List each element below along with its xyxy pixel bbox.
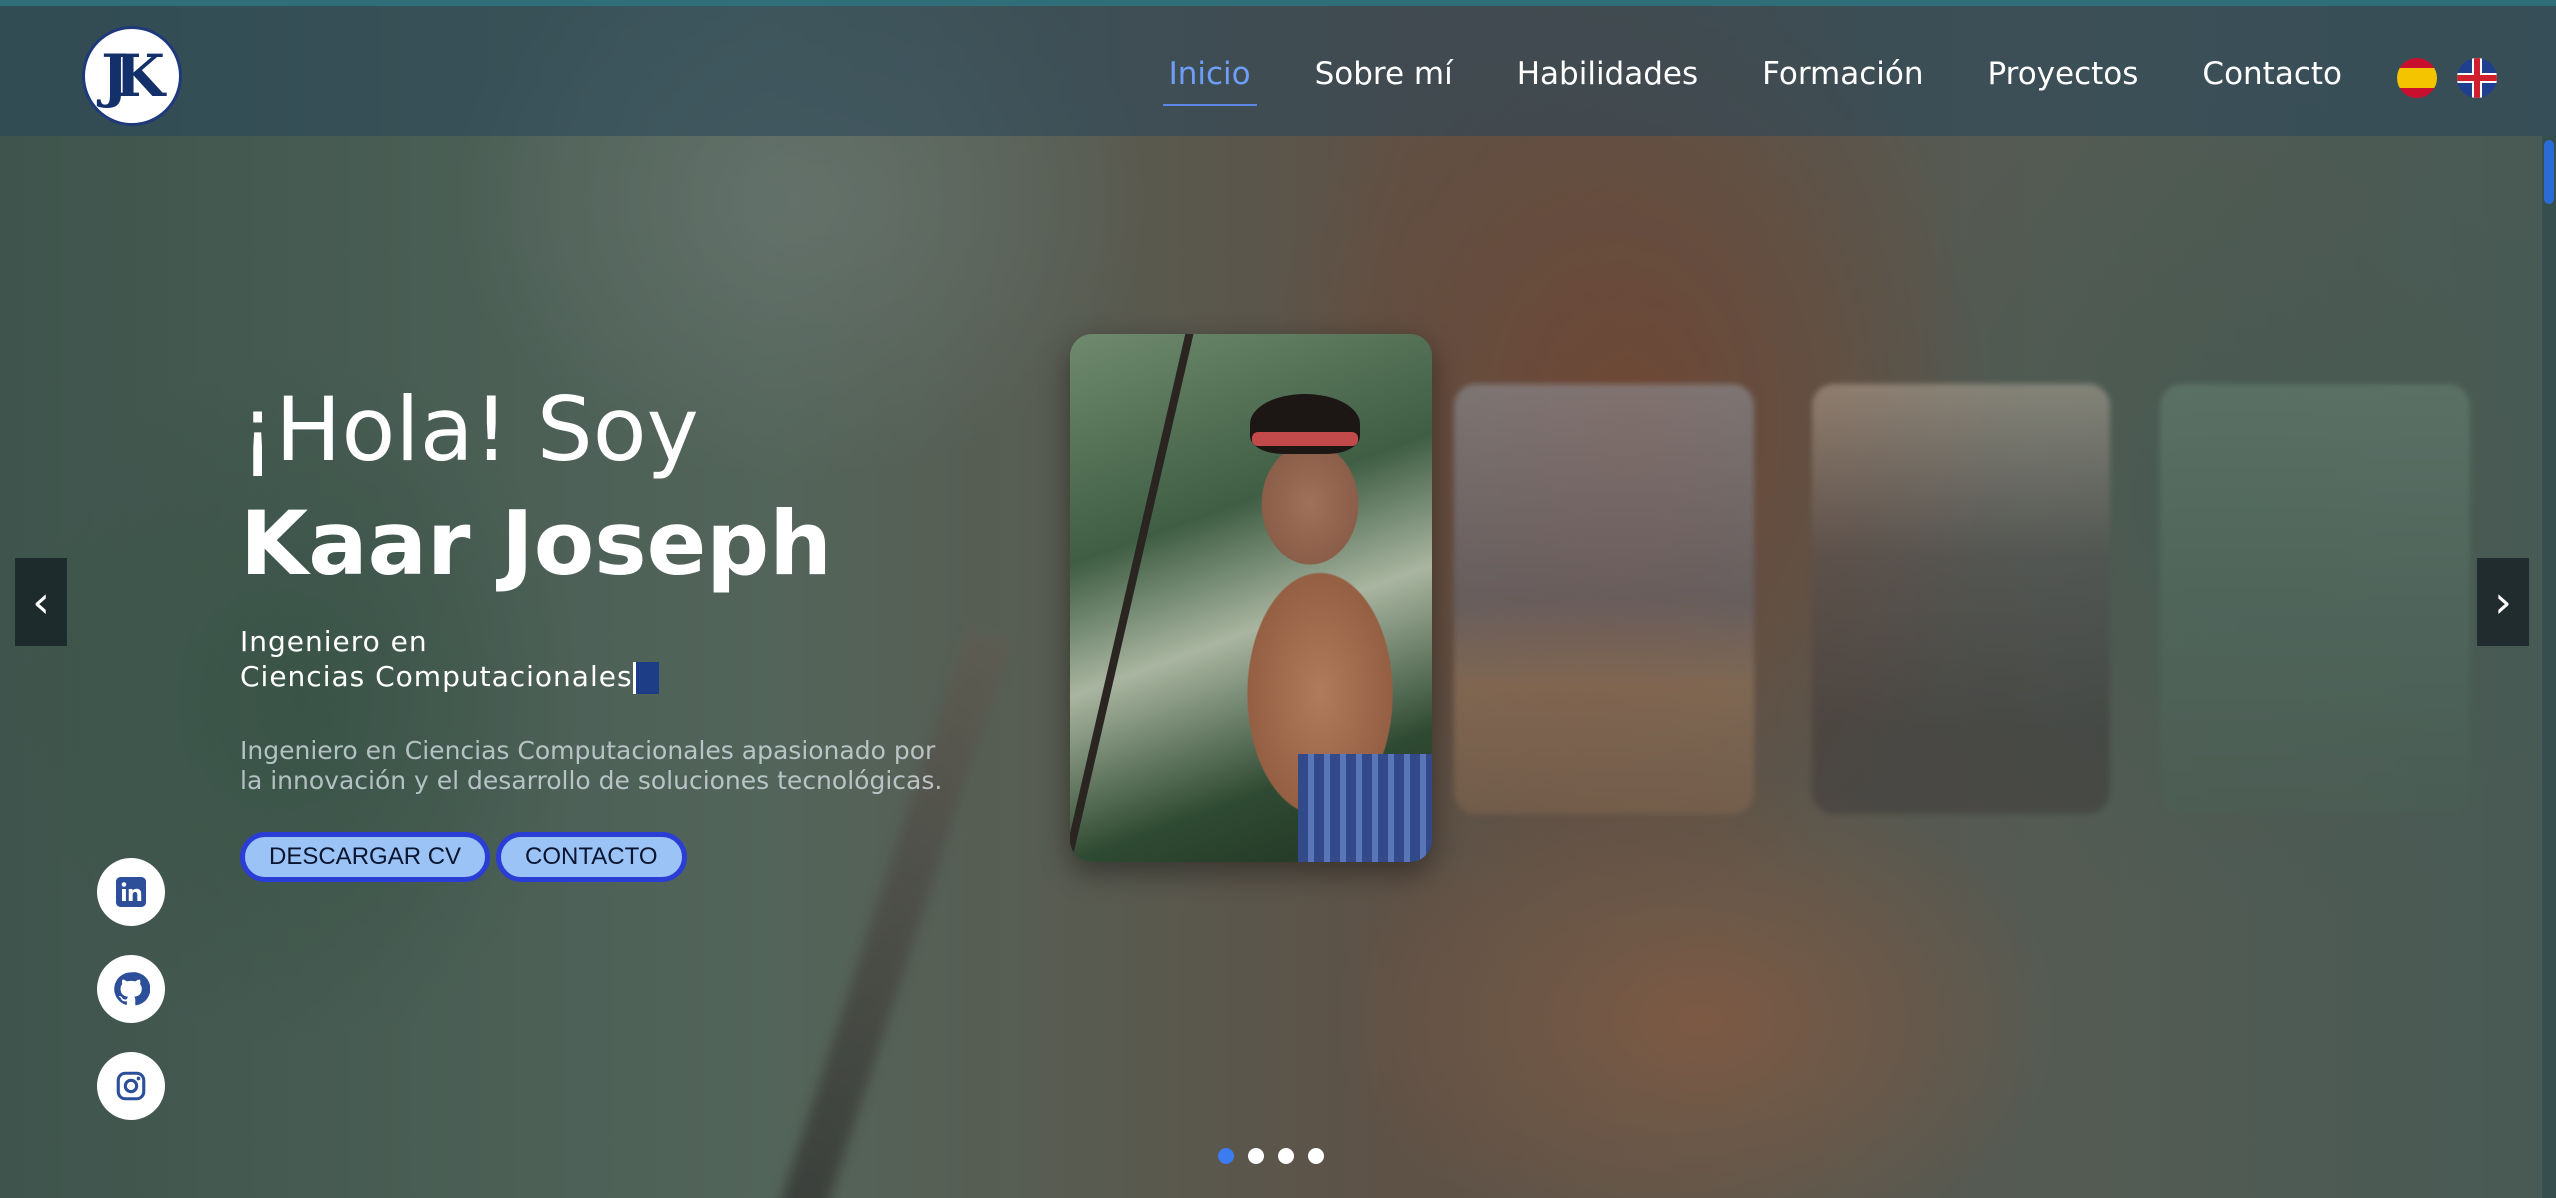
photo-detail: [1252, 432, 1358, 446]
hero-content: ¡Hola! Soy Kaar Joseph Ingeniero en Cien…: [240, 380, 960, 882]
contact-button[interactable]: CONTACTO: [496, 832, 687, 882]
scrollbar-thumb[interactable]: [2544, 140, 2554, 204]
carousel-dot-3[interactable]: [1278, 1148, 1294, 1164]
nav-item-contacto[interactable]: Contacto: [2196, 52, 2348, 106]
linkedin-icon: [116, 877, 146, 907]
carousel-card-2[interactable]: [1454, 384, 1754, 814]
nav-item-inicio[interactable]: Inicio: [1162, 52, 1257, 106]
photo-detail: [1070, 334, 1198, 862]
carousel-prev-button[interactable]: ‹: [15, 558, 67, 646]
nav-item-sobre-mi[interactable]: Sobre mí: [1309, 52, 1459, 106]
typing-cursor: [632, 662, 659, 694]
hero-buttons: DESCARGAR CV CONTACTO: [240, 832, 960, 882]
photo-detail: [1298, 754, 1432, 862]
nav-item-habilidades[interactable]: Habilidades: [1511, 52, 1704, 106]
nav-item-proyectos[interactable]: Proyectos: [1982, 52, 2145, 106]
hero-name: Kaar Joseph: [240, 492, 832, 595]
github-icon: [114, 972, 150, 1006]
logo[interactable]: JK: [82, 26, 182, 126]
hero-greeting: ¡Hola! Soy: [240, 378, 699, 481]
hero-role: Ingeniero en Ciencias Computacionales: [240, 624, 960, 694]
download-cv-button[interactable]: DESCARGAR CV: [240, 832, 491, 882]
instagram-link[interactable]: [97, 1052, 165, 1120]
scrollbar[interactable]: [2542, 136, 2556, 1198]
carousel-dot-4[interactable]: [1308, 1148, 1324, 1164]
nav-item-formacion[interactable]: Formación: [1756, 52, 1929, 106]
top-navbar: JK Inicio Sobre mí Habilidades Formación…: [0, 6, 2556, 136]
hero-role-line1: Ingeniero en: [240, 625, 428, 658]
carousel-card-active[interactable]: [1070, 334, 1432, 862]
hero-description: Ingeniero en Ciencias Computacionales ap…: [240, 736, 943, 795]
es-flag-icon[interactable]: [2397, 58, 2437, 98]
instagram-icon: [116, 1071, 146, 1101]
carousel-next-button[interactable]: ›: [2477, 558, 2529, 646]
main-menu: Inicio Sobre mí Habilidades Formación Pr…: [1162, 52, 2348, 106]
linkedin-link[interactable]: [97, 858, 165, 926]
carousel-dot-1[interactable]: [1218, 1148, 1234, 1164]
carousel-card-4[interactable]: [2160, 384, 2470, 814]
carousel-dot-2[interactable]: [1248, 1148, 1264, 1164]
carousel-card-3[interactable]: [1812, 384, 2110, 814]
carousel-dots: [1218, 1148, 1324, 1164]
uk-flag-icon[interactable]: [2457, 58, 2497, 98]
github-link[interactable]: [97, 955, 165, 1023]
logo-text: JK: [101, 42, 165, 110]
hero-role-line2: Ciencias Computacionales: [240, 660, 633, 693]
